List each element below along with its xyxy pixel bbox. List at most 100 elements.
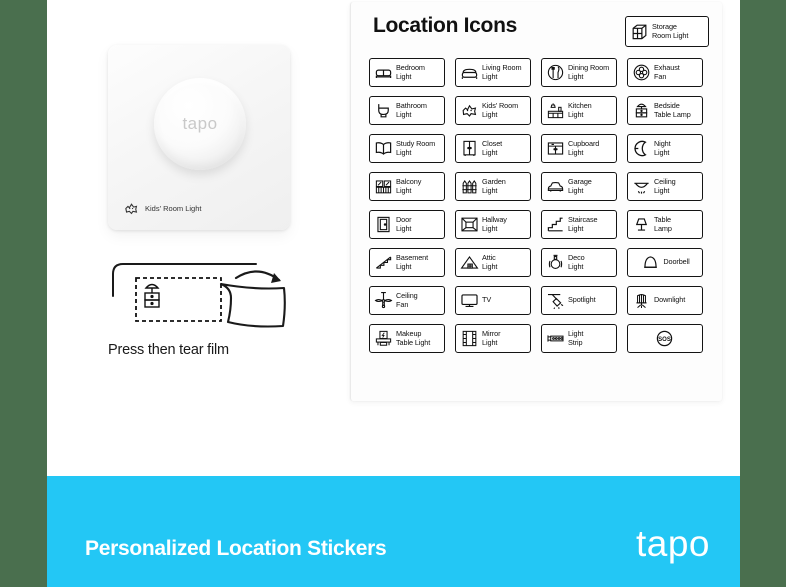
sticker-chip-night-light[interactable]: Night Light [627,134,703,163]
storage-room-light-icon [632,24,647,40]
cupboard-icon [547,142,564,155]
deco-bulb-icon [548,254,563,269]
banner-title: Personalized Location Stickers [85,537,387,560]
sticker-chip-tv[interactable]: TV [455,286,531,315]
sticker-label: Bedroom Light [396,62,425,81]
sticker-chip-closet-light[interactable]: Closet Light [455,134,531,163]
kids-room-icon [125,203,138,215]
sticker-chip-doorbell[interactable]: Doorbell [627,248,703,277]
sticker-label: Bedside Table Lamp [654,100,691,119]
sticker-label: Hallway Light [482,214,507,233]
sos-icon: SOS [656,330,672,347]
sticker-chip-exhaust-fan[interactable]: Exhaust Fan [627,58,703,87]
sticker-label: Table Lamp [654,214,672,233]
sticker-chip-bedroom-light[interactable]: Bedroom Light [369,58,445,87]
bedside-table-lamp-icon [635,103,648,118]
sticker-chip-table-lamp[interactable]: Table Lamp [627,210,703,239]
location-icons-sheet: Location Icons Storage Room Light Bedroo… [350,2,722,401]
sticker-label: TV [482,295,492,305]
open-door-icon [377,216,390,233]
sticker-chip-balcony-light[interactable]: Balcony Light [369,172,445,201]
sticker-label: Downlight [654,295,686,305]
sticker-label: Door Light [396,214,412,233]
cutlery-plate-icon [547,64,564,81]
sticker-chip-door-light[interactable]: Door Light [369,210,445,239]
sticker-chip-storage-room-light[interactable]: Storage Room Light [625,16,709,47]
ceiling-fan-icon [374,292,393,309]
sticker-chip-downlight[interactable]: Downlight [627,286,703,315]
sticker-chip-light-strip[interactable]: Light Strip [541,324,617,353]
sticker-label: Night Light [654,138,671,157]
sticker-chip-study-room-light[interactable]: Study Room Light [369,134,445,163]
sticker-label: Garden Light [482,176,506,195]
sticker-chip-kitchen-light[interactable]: Kitchen Light [541,96,617,125]
sticker-label: Basement Light [396,252,429,271]
sticker-chip-kids-room-light[interactable]: Kids' Room Light [455,96,531,125]
sticker-chip-garden-light[interactable]: Garden Light [455,172,531,201]
sticker-label: Storage Room Light [652,21,689,40]
tv-icon [461,294,478,308]
sticker-chip-makeup-table-light[interactable]: Makeup Table Light [369,324,445,353]
sticker-chip-hallway-light[interactable]: Hallway Light [455,210,531,239]
sticker-label: Mirror Light [482,328,501,347]
sticker-chip-spotlight[interactable]: Spotlight [541,286,617,315]
sticker-label: Exhaust Fan [654,62,680,81]
spotlight-icon [547,294,564,310]
left-column: tapo Kids' Room Light Press then tear fi… [108,45,313,371]
sticker-label: Kitchen Light [568,100,592,119]
bottom-banner: Personalized Location Stickers tapo [47,476,740,587]
crescent-moon-icon [634,140,647,157]
kitchen-counter-icon [547,103,564,119]
sticker-label: Doorbell [663,257,690,267]
attic-roof-icon [460,256,479,269]
sticker-chip-mirror-light[interactable]: Mirror Light [455,324,531,353]
sticker-label: Attic Light [482,252,498,271]
open-book-icon [375,142,392,155]
hallway-perspective-icon [461,217,478,232]
device-applied-sticker: Kids' Room Light [123,200,201,217]
sticker-chip-ceiling-light[interactable]: Ceiling Light [627,172,703,201]
makeup-table-icon [375,330,392,346]
sticker-grid: Bedroom Light Living Room Light Dining R… [369,58,703,353]
ceiling-light-icon [634,182,649,194]
sticker-chip-living-room-light[interactable]: Living Room Light [455,58,531,87]
screenshot-root: tapo Kids' Room Light Press then tear fi… [0,0,786,587]
sticker-label: Closet Light [482,138,503,157]
downlight-icon [636,294,647,309]
sticker-chip-deco-light[interactable]: Deco Light [541,248,617,277]
sticker-chip-ceiling-fan[interactable]: Ceiling Fan [369,286,445,315]
balcony-railing-icon [375,180,392,194]
instruction-caption: Press then tear film [108,342,229,358]
wardrobe-icon [463,140,476,157]
sticker-chip-cupboard-light[interactable]: Cupboard Light [541,134,617,163]
sticker-label: Staircase Light [568,214,598,233]
smart-button-device: tapo Kids' Room Light [108,45,290,230]
tapo-logo-banner: tapo [635,523,710,564]
table-lamp-icon [635,218,648,231]
exhaust-fan-icon [633,64,650,81]
sticker-label: Deco Light [568,252,585,271]
sticker-chip-garage-light[interactable]: Garage Light [541,172,617,201]
tapo-logo-knob: tapo [182,114,218,133]
device-button-knob[interactable]: tapo [154,78,246,170]
sticker-chip-basement-light[interactable]: Basement Light [369,248,445,277]
sticker-label: Ceiling Fan [396,290,418,309]
sticker-chip-bathroom-light[interactable]: Bathroom Light [369,96,445,125]
peel-instruction-illustration: Press then tear film [108,256,308,371]
rocking-horse-icon [462,104,477,117]
sticker-chip-dining-room-light[interactable]: Dining Room Light [541,58,617,87]
toilet-icon [378,104,389,118]
sticker-chip-staircase-light[interactable]: Staircase Light [541,210,617,239]
sticker-chip-attic-light[interactable]: Attic Light [455,248,531,277]
sheet-title: Location Icons [373,14,517,37]
bed-icon [375,69,392,79]
sticker-label: Dining Room Light [568,62,610,81]
svg-text:SOS: SOS [658,337,671,343]
sticker-label: Ceiling Light [654,176,676,195]
sticker-chip-bedside-table-lamp[interactable]: Bedside Table Lamp [627,96,703,125]
car-icon [547,181,564,192]
sofa-icon [461,68,478,79]
basement-stairs-icon [376,256,392,269]
sticker-chip-sos[interactable]: SOS [627,324,703,353]
sticker-label: Light Strip [568,328,584,347]
